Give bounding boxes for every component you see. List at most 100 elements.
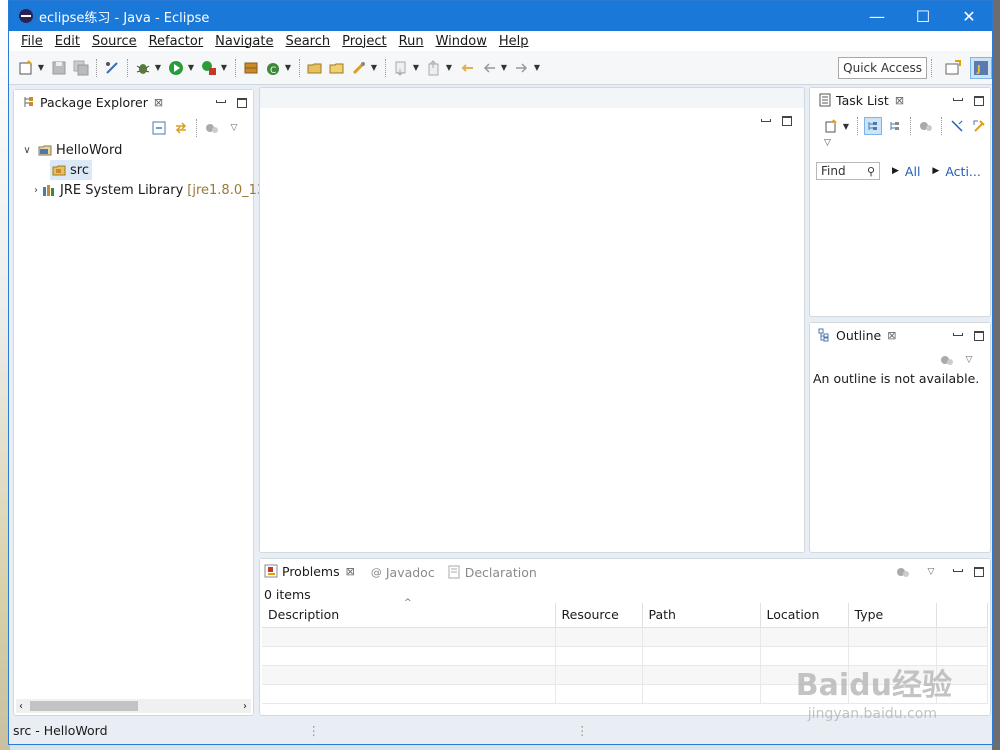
close-icon[interactable]: ⊠ [346, 565, 355, 578]
menu-help[interactable]: Help [493, 34, 535, 49]
back-dropdown-icon[interactable]: ▼ [500, 59, 508, 77]
run-dropdown-icon[interactable]: ▼ [187, 59, 195, 77]
find-input[interactable]: Find ⚲ [816, 162, 880, 180]
next-annotation-dropdown-icon[interactable]: ▼ [412, 59, 420, 77]
forward-icon[interactable] [513, 59, 531, 77]
expand-toggle-icon[interactable]: ∨ [20, 145, 34, 156]
scrollbar-thumb[interactable] [30, 701, 138, 711]
expand-toggle-icon[interactable]: › [34, 185, 38, 196]
maximize-view-icon[interactable] [974, 567, 984, 577]
new-icon[interactable] [17, 59, 35, 77]
menu-run[interactable]: Run [393, 34, 430, 49]
debug-icon[interactable] [134, 59, 152, 77]
menu-edit[interactable]: Edit [49, 34, 86, 49]
column-header-path[interactable]: Path [642, 603, 761, 628]
open-type-icon[interactable] [306, 59, 324, 77]
toggle-breakpoint-icon[interactable] [103, 59, 121, 77]
new-java-package-icon[interactable] [242, 59, 260, 77]
svg-text:J: J [976, 64, 981, 75]
tree-item-jre[interactable]: › JRE System Library [jre1.8.0_131 [20, 180, 273, 200]
maximize-button[interactable]: ☐ [900, 1, 946, 31]
save-all-icon[interactable] [72, 59, 90, 77]
filter-all-link[interactable]: All [905, 164, 921, 179]
scroll-left-icon[interactable]: ‹ [19, 701, 23, 712]
toolbar-separator [931, 58, 932, 77]
scroll-right-icon[interactable]: › [243, 701, 247, 712]
link-with-editor-icon[interactable] [172, 119, 190, 137]
java-perspective-icon[interactable]: J [970, 56, 992, 79]
scheduled-icon[interactable] [886, 117, 904, 135]
maximize-editor-icon[interactable] [782, 116, 792, 126]
next-annotation-icon[interactable] [392, 59, 410, 77]
tab-problems[interactable]: Problems ⊠ [262, 559, 361, 585]
minimize-button[interactable]: — [854, 1, 900, 31]
tab-package-explorer[interactable]: Package Explorer ⊠ [20, 90, 170, 116]
menu-project[interactable]: Project [336, 34, 392, 49]
debug-dropdown-icon[interactable]: ▼ [154, 59, 162, 77]
tree-item-src[interactable]: src [20, 160, 253, 180]
close-button[interactable]: ✕ [946, 1, 992, 31]
triangle-right-icon: ▶ [932, 166, 940, 176]
search-dropdown-icon[interactable]: ▼ [370, 59, 378, 77]
minimize-view-icon[interactable] [215, 97, 227, 109]
open-perspective-icon[interactable] [942, 57, 964, 79]
new-class-dropdown-icon[interactable]: ▼ [284, 59, 292, 77]
tab-outline[interactable]: Outline ⊠ [816, 323, 903, 349]
hide-completed-icon[interactable] [948, 117, 966, 135]
focus-on-active-task-icon[interactable] [894, 563, 912, 581]
focus-on-workweek-icon[interactable] [917, 117, 935, 135]
new-task-icon[interactable] [822, 117, 840, 135]
open-task-icon[interactable] [328, 59, 346, 77]
quick-access-field[interactable]: Quick Access [838, 56, 927, 79]
menu-navigate[interactable]: Navigate [209, 34, 279, 49]
new-java-class-icon[interactable]: C [264, 59, 282, 77]
close-icon[interactable]: ⊠ [154, 96, 163, 109]
save-icon[interactable] [50, 59, 68, 77]
menu-search[interactable]: Search [279, 34, 336, 49]
column-header-description[interactable]: Description ^ [262, 598, 556, 628]
horizontal-scrollbar[interactable]: ‹ › [16, 699, 251, 713]
collapse-all-icon[interactable] [150, 119, 168, 137]
view-menu-icon[interactable]: ▽ [960, 351, 978, 369]
search-icon[interactable] [350, 59, 368, 77]
tree-item-selected[interactable]: src [50, 160, 92, 180]
tree-item-project[interactable]: ∨ HelloWord [20, 140, 253, 160]
external-tools-dropdown-icon[interactable]: ▼ [220, 59, 228, 77]
tab-declaration[interactable]: Declaration [441, 559, 543, 585]
view-menu-icon[interactable]: ▽ [225, 119, 243, 137]
external-tools-icon[interactable] [200, 59, 218, 77]
menu-window[interactable]: Window [430, 34, 493, 49]
view-menu-icon[interactable]: ▽ [922, 563, 940, 581]
menu-file[interactable]: File [15, 34, 49, 49]
focus-on-active-task-icon[interactable] [203, 119, 221, 137]
new-task-dropdown-icon[interactable]: ▼ [842, 117, 850, 135]
last-edit-location-icon[interactable] [458, 59, 476, 77]
column-header-type[interactable]: Type [848, 603, 937, 628]
menu-refactor[interactable]: Refactor [143, 34, 210, 49]
close-icon[interactable]: ⊠ [895, 94, 904, 107]
menu-source[interactable]: Source [86, 34, 143, 49]
tab-task-list[interactable]: Task List ⊠ [816, 88, 911, 114]
activate-task-link[interactable]: Acti... [945, 164, 981, 179]
column-header-resource[interactable]: Resource [555, 603, 643, 628]
column-header-location[interactable]: Location [760, 603, 849, 628]
minimize-view-icon[interactable] [952, 566, 964, 578]
minimize-view-icon[interactable] [952, 95, 964, 107]
tab-javadoc[interactable]: @ Javadoc [361, 559, 441, 585]
previous-annotation-dropdown-icon[interactable]: ▼ [445, 59, 453, 77]
collapse-all-icon[interactable] [970, 117, 988, 135]
maximize-view-icon[interactable] [974, 331, 984, 341]
previous-annotation-icon[interactable] [425, 59, 443, 77]
maximize-view-icon[interactable] [974, 96, 984, 106]
new-dropdown-icon[interactable]: ▼ [37, 59, 45, 77]
focus-on-active-task-icon[interactable] [938, 351, 956, 369]
close-icon[interactable]: ⊠ [887, 329, 896, 342]
maximize-view-icon[interactable] [237, 98, 247, 108]
minimize-editor-icon[interactable] [760, 116, 772, 128]
categorized-icon[interactable] [864, 117, 882, 135]
view-menu-icon[interactable]: ▽ [810, 138, 990, 154]
minimize-view-icon[interactable] [952, 330, 964, 342]
run-icon[interactable] [167, 59, 185, 77]
back-icon[interactable] [480, 59, 498, 77]
forward-dropdown-icon[interactable]: ▼ [533, 59, 541, 77]
